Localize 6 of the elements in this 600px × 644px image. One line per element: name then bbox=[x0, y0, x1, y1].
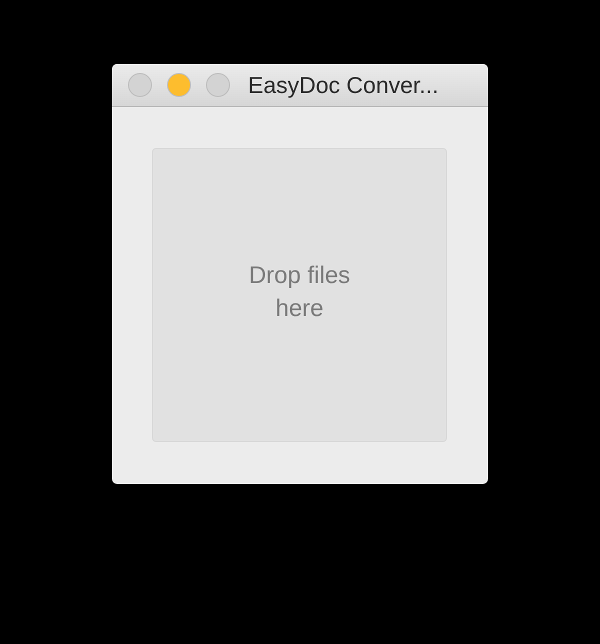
window-title: EasyDoc Conver... bbox=[248, 70, 438, 100]
window-control-button[interactable] bbox=[128, 73, 152, 97]
window-control-button[interactable] bbox=[167, 73, 191, 97]
window-control-button[interactable] bbox=[206, 73, 230, 97]
drop-zone[interactable]: Drop files here bbox=[152, 148, 447, 442]
drop-zone-label: Drop files here bbox=[248, 261, 350, 324]
